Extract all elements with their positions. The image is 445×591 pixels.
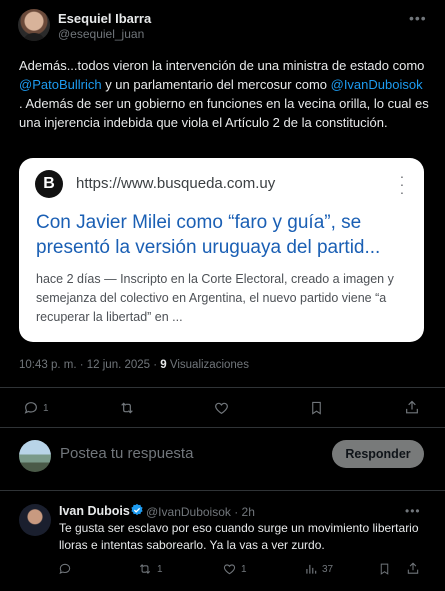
- author-handle[interactable]: @esequiel_juan: [58, 27, 144, 41]
- reply-input[interactable]: Postea tu respuesta: [60, 445, 193, 462]
- repost-icon: [139, 564, 151, 574]
- divider: [0, 427, 445, 428]
- views-chart-icon: [306, 564, 317, 574]
- share-button[interactable]: [406, 561, 420, 576]
- like-button[interactable]: [213, 400, 234, 416]
- views-label: Visualizaciones: [166, 359, 249, 371]
- author-name[interactable]: Esequiel Ibarra: [58, 11, 151, 26]
- views-button[interactable]: 37: [304, 562, 333, 576]
- more-vertical-icon[interactable]: · · ·: [397, 169, 407, 199]
- bookmark-button[interactable]: [378, 562, 391, 576]
- bookmark-icon: [312, 401, 321, 415]
- repost-icon: [121, 402, 133, 414]
- post-time[interactable]: 10:43 p. m. · 12 jun. 2025 ·: [19, 359, 160, 371]
- more-horizontal-icon[interactable]: •••: [409, 10, 427, 26]
- share-icon: [406, 400, 418, 414]
- repost-button[interactable]: [118, 400, 140, 416]
- post-text-part: . Además de ser un gobierno en funciones…: [19, 96, 429, 130]
- card-title-line: Con Javier Milei como “faro y guía”, se: [36, 212, 362, 233]
- verified-badge-icon: [131, 503, 143, 516]
- card-description: hace 2 días — Inscripto en la Corte Elec…: [36, 272, 394, 324]
- card-url: https://www.busqueda.com.uy: [76, 175, 276, 192]
- post-body: Además...todos vieron la intervención de…: [19, 56, 429, 132]
- repost-button[interactable]: 1: [137, 562, 163, 576]
- mention-link[interactable]: @IvanDuboisok: [331, 77, 423, 92]
- share-icon: [407, 562, 419, 574]
- reply-text: Te gusta ser esclavo por eso cuando surg…: [59, 521, 419, 552]
- more-horizontal-icon[interactable]: •••: [405, 504, 421, 518]
- views-count: 37: [322, 563, 334, 575]
- divider: [0, 490, 445, 491]
- post-text-part: Además...todos vieron la intervención de…: [19, 58, 425, 73]
- reply-button[interactable]: 1: [23, 400, 49, 416]
- site-logo: B: [35, 170, 63, 198]
- reply-submit-button[interactable]: Responder: [332, 440, 424, 468]
- bookmark-button[interactable]: [309, 400, 324, 416]
- heart-icon: [223, 564, 236, 575]
- author-avatar[interactable]: [18, 9, 50, 41]
- reply-icon: [59, 563, 71, 575]
- user-avatar[interactable]: [19, 440, 51, 472]
- link-preview-card[interactable]: B https://www.busqueda.com.uy · · · Con Ja…: [19, 158, 424, 342]
- card-title-line: presentó la versión uruguaya del partid.…: [36, 237, 381, 258]
- divider: [0, 387, 445, 388]
- bookmark-icon: [380, 563, 389, 575]
- post-meta: 10:43 p. m. · 12 jun. 2025 · 9 Visualiza…: [19, 359, 249, 371]
- reply-icon: [24, 402, 37, 414]
- reply-author-avatar[interactable]: [19, 504, 51, 536]
- reply-count: 1: [43, 402, 49, 414]
- like-count: 1: [241, 563, 247, 575]
- heart-icon: [215, 402, 228, 415]
- mention-link[interactable]: @PatoBullrich: [19, 77, 102, 92]
- reply-author-name[interactable]: Ivan Dubois: [59, 504, 130, 518]
- reply-button[interactable]: [58, 562, 76, 576]
- post-text-part: y un parlamentario del mercosur como: [101, 77, 331, 92]
- repost-count: 1: [157, 563, 163, 575]
- like-button[interactable]: 1: [222, 562, 247, 576]
- reply-author-handle[interactable]: @IvanDuboisok · 2h: [146, 505, 255, 519]
- card-title[interactable]: Con Javier Milei como “faro y guía”, se …: [36, 210, 408, 260]
- share-button[interactable]: [404, 399, 420, 416]
